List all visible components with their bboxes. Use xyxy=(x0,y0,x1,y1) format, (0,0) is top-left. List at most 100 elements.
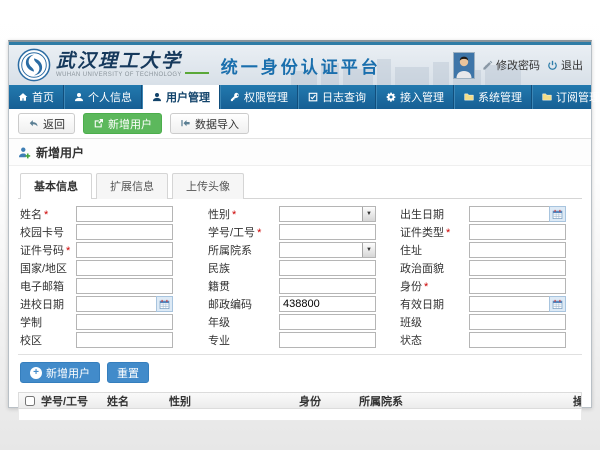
id-type-input[interactable] xyxy=(469,224,566,240)
tab-basic-info[interactable]: 基本信息 xyxy=(20,173,92,199)
department-label: 所属院系 xyxy=(208,242,279,258)
chevron-down-icon[interactable]: ▼ xyxy=(362,243,375,257)
enroll-date-calendar-button[interactable] xyxy=(156,296,173,312)
birth-date-calendar-button[interactable] xyxy=(549,206,566,222)
department-select[interactable]: ▼ xyxy=(279,242,376,258)
field-school-system: 学制 xyxy=(20,314,208,330)
nav-tab-label: 系统管理 xyxy=(478,89,522,105)
birth-date-input[interactable] xyxy=(469,206,549,222)
required-asterisk: * xyxy=(446,227,450,239)
add-user-toolbar-button[interactable]: 新增用户 xyxy=(83,113,162,134)
country-region-label: 国家/地区 xyxy=(20,260,76,276)
chevron-down-icon[interactable]: ▼ xyxy=(362,207,375,221)
nav-tab-permission-management[interactable]: 权限管理 xyxy=(220,85,298,109)
submit-add-user-button[interactable]: + 新增用户 xyxy=(20,362,100,383)
id-number-input[interactable] xyxy=(76,242,173,258)
form-row: 校区专业状态 xyxy=(20,332,580,348)
logout-link[interactable]: 退出 xyxy=(547,57,583,73)
field-id-type: 证件类型* xyxy=(400,224,580,240)
import-arrow-icon xyxy=(180,118,191,129)
email-input[interactable] xyxy=(76,278,173,294)
political-status-label: 政治面貌 xyxy=(400,260,469,276)
data-import-button[interactable]: 数据导入 xyxy=(170,113,249,134)
grade-input[interactable] xyxy=(279,314,376,330)
name-input[interactable] xyxy=(76,206,173,222)
student-id-input[interactable] xyxy=(279,224,376,240)
class-label: 班级 xyxy=(400,314,469,330)
form-tabs: 基本信息扩展信息上传头像 xyxy=(18,172,582,199)
required-asterisk: * xyxy=(66,245,70,257)
class-input[interactable] xyxy=(469,314,566,330)
student-id-label: 学号/工号* xyxy=(208,224,279,240)
platform-title: 统一身份认证平台 xyxy=(221,53,381,78)
major-input[interactable] xyxy=(279,332,376,348)
nav-tab-label: 用户管理 xyxy=(166,89,210,105)
field-valid-date: 有效日期 xyxy=(400,296,580,312)
user-form: 姓名*性别*▼出生日期校园卡号学号/工号*证件类型*证件号码*所属院系▼住址国家… xyxy=(18,199,582,355)
user-avatar[interactable] xyxy=(453,52,475,79)
field-name: 姓名* xyxy=(20,206,208,222)
valid-date-input[interactable] xyxy=(469,296,549,312)
tab-upload-avatar[interactable]: 上传头像 xyxy=(172,173,244,199)
country-region-input[interactable] xyxy=(76,260,173,276)
school-system-input[interactable] xyxy=(76,314,173,330)
enroll-date-input[interactable] xyxy=(76,296,156,312)
table-column-header: 所属院系 xyxy=(359,393,573,409)
nav-tab-profile[interactable]: 个人信息 xyxy=(64,85,142,109)
nav-tab-log-query[interactable]: 日志查询 xyxy=(298,85,376,109)
tab-extended-info[interactable]: 扩展信息 xyxy=(96,173,168,199)
postal-code-input[interactable] xyxy=(279,296,376,312)
power-icon xyxy=(547,60,558,71)
required-asterisk: * xyxy=(257,227,261,239)
valid-date-calendar-button[interactable] xyxy=(549,296,566,312)
field-address: 住址 xyxy=(400,242,580,258)
ethnicity-input[interactable] xyxy=(279,260,376,276)
select-all-checkbox[interactable] xyxy=(25,396,35,406)
folder-icon xyxy=(542,92,552,102)
form-actions: + 新增用户 重置 xyxy=(18,355,582,389)
nav-tab-user-management[interactable]: 用户管理 xyxy=(142,85,220,109)
select-all-cell xyxy=(19,396,41,406)
reset-button[interactable]: 重置 xyxy=(107,362,149,383)
nav-tab-label: 首页 xyxy=(32,89,54,105)
status-label: 状态 xyxy=(400,332,469,348)
table-column-header: 操作 xyxy=(573,393,581,409)
calendar-icon xyxy=(552,209,563,220)
school-system-label: 学制 xyxy=(20,314,76,330)
address-input[interactable] xyxy=(469,242,566,258)
campus-card-no-input[interactable] xyxy=(76,224,173,240)
identity-label: 身份* xyxy=(400,278,469,294)
form-row: 姓名*性别*▼出生日期 xyxy=(20,206,580,222)
ethnicity-label: 民族 xyxy=(208,260,279,276)
field-campus-card-no: 校园卡号 xyxy=(20,224,208,240)
gender-label: 性别* xyxy=(208,206,279,222)
grade-label: 年级 xyxy=(208,314,279,330)
field-campus: 校区 xyxy=(20,332,208,348)
app-window: 武汉理工大学 WUHAN UNIVERSITY OF TECHNOLOGY 统一… xyxy=(8,40,592,408)
change-password-link[interactable]: 修改密码 xyxy=(482,57,540,73)
nav-tab-system-management[interactable]: 系统管理 xyxy=(454,85,532,109)
enroll-date-field xyxy=(76,296,173,312)
status-input[interactable] xyxy=(469,332,566,348)
campus-input[interactable] xyxy=(76,332,173,348)
identity-input[interactable] xyxy=(469,278,566,294)
logout-label: 退出 xyxy=(561,57,583,73)
form-row: 国家/地区 民族 政治面貌 xyxy=(20,260,580,276)
field-identity: 身份* xyxy=(400,278,580,294)
postal-code-label: 邮政编码 xyxy=(208,296,279,312)
nav-tab-subscription-management[interactable]: 订阅管理 xyxy=(532,85,600,109)
native-place-input[interactable] xyxy=(279,278,376,294)
table-column-header: 姓名 xyxy=(107,393,169,409)
id-type-label: 证件类型* xyxy=(400,224,469,240)
nav-tab-access-management[interactable]: 接入管理 xyxy=(376,85,454,109)
political-status-input[interactable] xyxy=(469,260,566,276)
nav-tab-label: 订阅管理 xyxy=(556,89,600,105)
back-button[interactable]: 返回 xyxy=(18,113,75,134)
nav-tab-home[interactable]: 首页 xyxy=(9,85,64,109)
gender-select[interactable]: ▼ xyxy=(279,206,376,222)
back-button-label: 返回 xyxy=(43,116,65,132)
id-number-label: 证件号码* xyxy=(20,242,76,258)
form-row: 电子邮箱籍贯身份* xyxy=(20,278,580,294)
toolbar: 返回 新增用户 数据导入 xyxy=(9,109,591,139)
nav-tab-label: 接入管理 xyxy=(400,89,444,105)
